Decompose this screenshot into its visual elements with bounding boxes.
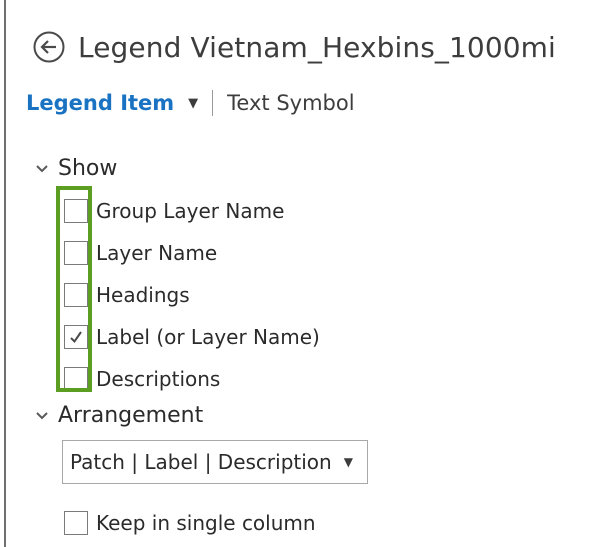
checkbox-label: Keep in single column — [96, 511, 316, 535]
checkbox-group-layer-name[interactable]: Group Layer Name — [64, 190, 320, 232]
checkbox-label: Layer Name — [96, 241, 218, 265]
checkbox-headings[interactable]: Headings — [64, 274, 320, 316]
checkbox-box[interactable] — [64, 199, 88, 223]
checkbox-label-or-layer-name[interactable]: Label (or Layer Name) — [64, 316, 320, 358]
show-section-title: Show — [58, 156, 118, 181]
checkbox-label: Label (or Layer Name) — [96, 325, 320, 349]
checkbox-label: Descriptions — [96, 367, 221, 391]
tab-text-symbol[interactable]: Text Symbol — [227, 91, 354, 115]
arrangement-dropdown[interactable]: Patch | Label | Description ▼ — [62, 440, 368, 484]
subnav-divider — [212, 90, 214, 116]
back-button[interactable] — [30, 28, 68, 66]
dropdown-value: Patch | Label | Description — [70, 450, 332, 474]
arrangement-section-header[interactable]: Arrangement — [34, 403, 203, 428]
panel-left-border — [4, 0, 6, 547]
checkbox-layer-name[interactable]: Layer Name — [64, 232, 320, 274]
checkmark-icon — [70, 331, 82, 344]
arrangement-section-title: Arrangement — [58, 403, 204, 428]
pane-header: Legend Vietnam_Hexbins_1000mi — [30, 24, 556, 70]
show-checkbox-list: Group Layer Name Layer Name Headings Lab… — [64, 190, 320, 400]
tab-dropdown-caret[interactable]: ▼ — [188, 96, 198, 111]
checkbox-box[interactable] — [64, 241, 88, 265]
checkbox-descriptions[interactable]: Descriptions — [64, 358, 320, 400]
checkbox-box[interactable] — [64, 283, 88, 307]
back-circle-arrow-icon — [33, 31, 65, 63]
chevron-down-icon — [34, 162, 52, 176]
page-title: Legend Vietnam_Hexbins_1000mi — [78, 30, 556, 64]
chevron-down-icon: ▼ — [343, 455, 353, 469]
show-section-header[interactable]: Show — [34, 156, 117, 181]
checkbox-label: Headings — [96, 283, 190, 307]
checkbox-box[interactable] — [64, 367, 88, 391]
checkbox-label: Group Layer Name — [96, 199, 285, 223]
checkbox-box[interactable] — [64, 511, 88, 535]
keep-single-column-row: Keep in single column — [64, 502, 316, 544]
checkbox-box-checked[interactable] — [64, 325, 88, 349]
checkbox-keep-single-column[interactable]: Keep in single column — [64, 502, 316, 544]
chevron-down-icon — [34, 409, 52, 423]
subnav: Legend Item ▼ Text Symbol — [26, 88, 355, 118]
tab-legend-item[interactable]: Legend Item — [26, 91, 174, 115]
